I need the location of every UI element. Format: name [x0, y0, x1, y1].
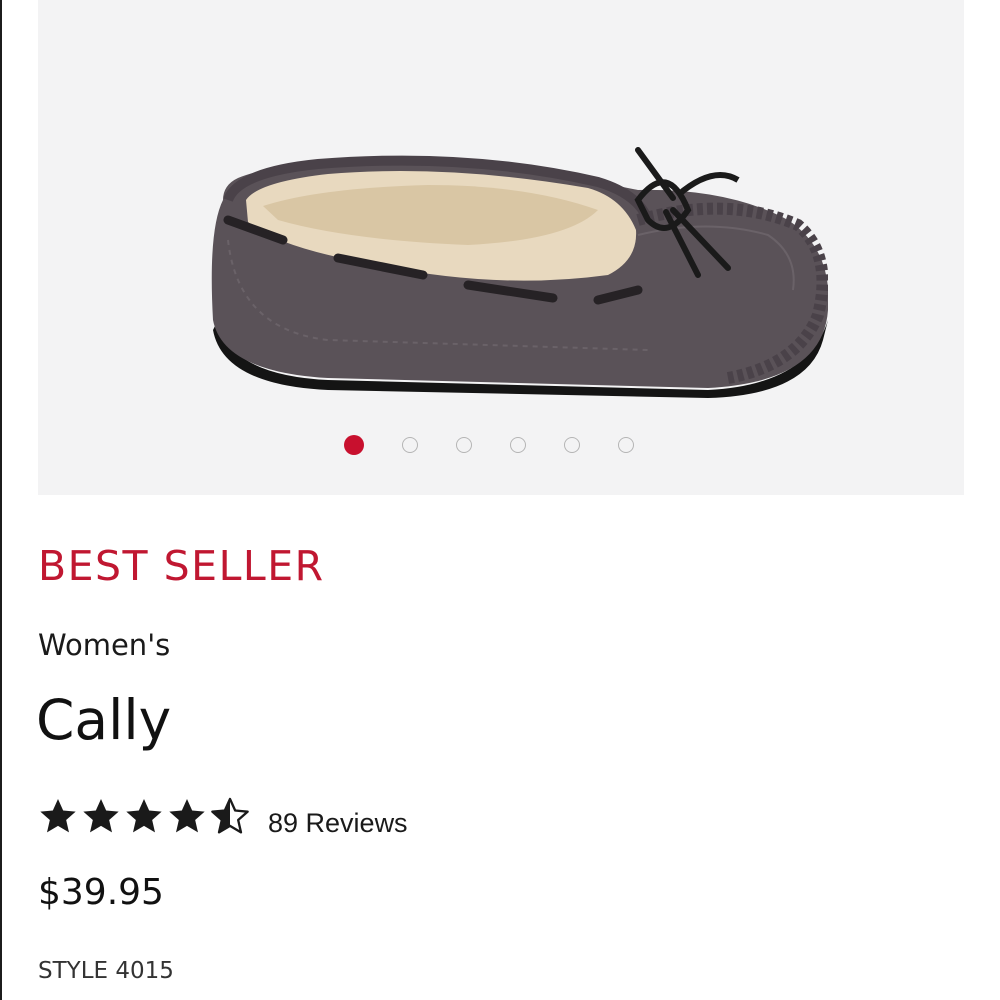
carousel-dot-2[interactable]: [402, 437, 418, 453]
carousel-pagination: [344, 435, 634, 455]
product-image-moccasin[interactable]: [168, 140, 828, 400]
star-half-icon: [210, 796, 250, 836]
product-image-gallery[interactable]: [38, 0, 964, 495]
left-edge-divider: [0, 0, 2, 1000]
star-rating: [38, 796, 250, 836]
star-full-icon: [81, 796, 121, 836]
carousel-dot-6[interactable]: [618, 437, 634, 453]
style-number: STYLE 4015: [38, 958, 174, 984]
star-full-icon: [124, 796, 164, 836]
carousel-dot-3[interactable]: [456, 437, 472, 453]
carousel-dot-4[interactable]: [510, 437, 526, 453]
carousel-dot-1[interactable]: [344, 435, 364, 455]
product-title: Cally: [36, 688, 172, 752]
star-full-icon: [167, 796, 207, 836]
product-category: Women's: [38, 628, 171, 662]
product-rating: 89 Reviews: [38, 794, 408, 838]
carousel-dot-5[interactable]: [564, 437, 580, 453]
star-full-icon: [38, 796, 78, 836]
reviews-link[interactable]: 89 Reviews: [268, 808, 408, 839]
best-seller-badge: BEST SELLER: [38, 542, 325, 590]
product-price: $39.95: [38, 872, 164, 913]
